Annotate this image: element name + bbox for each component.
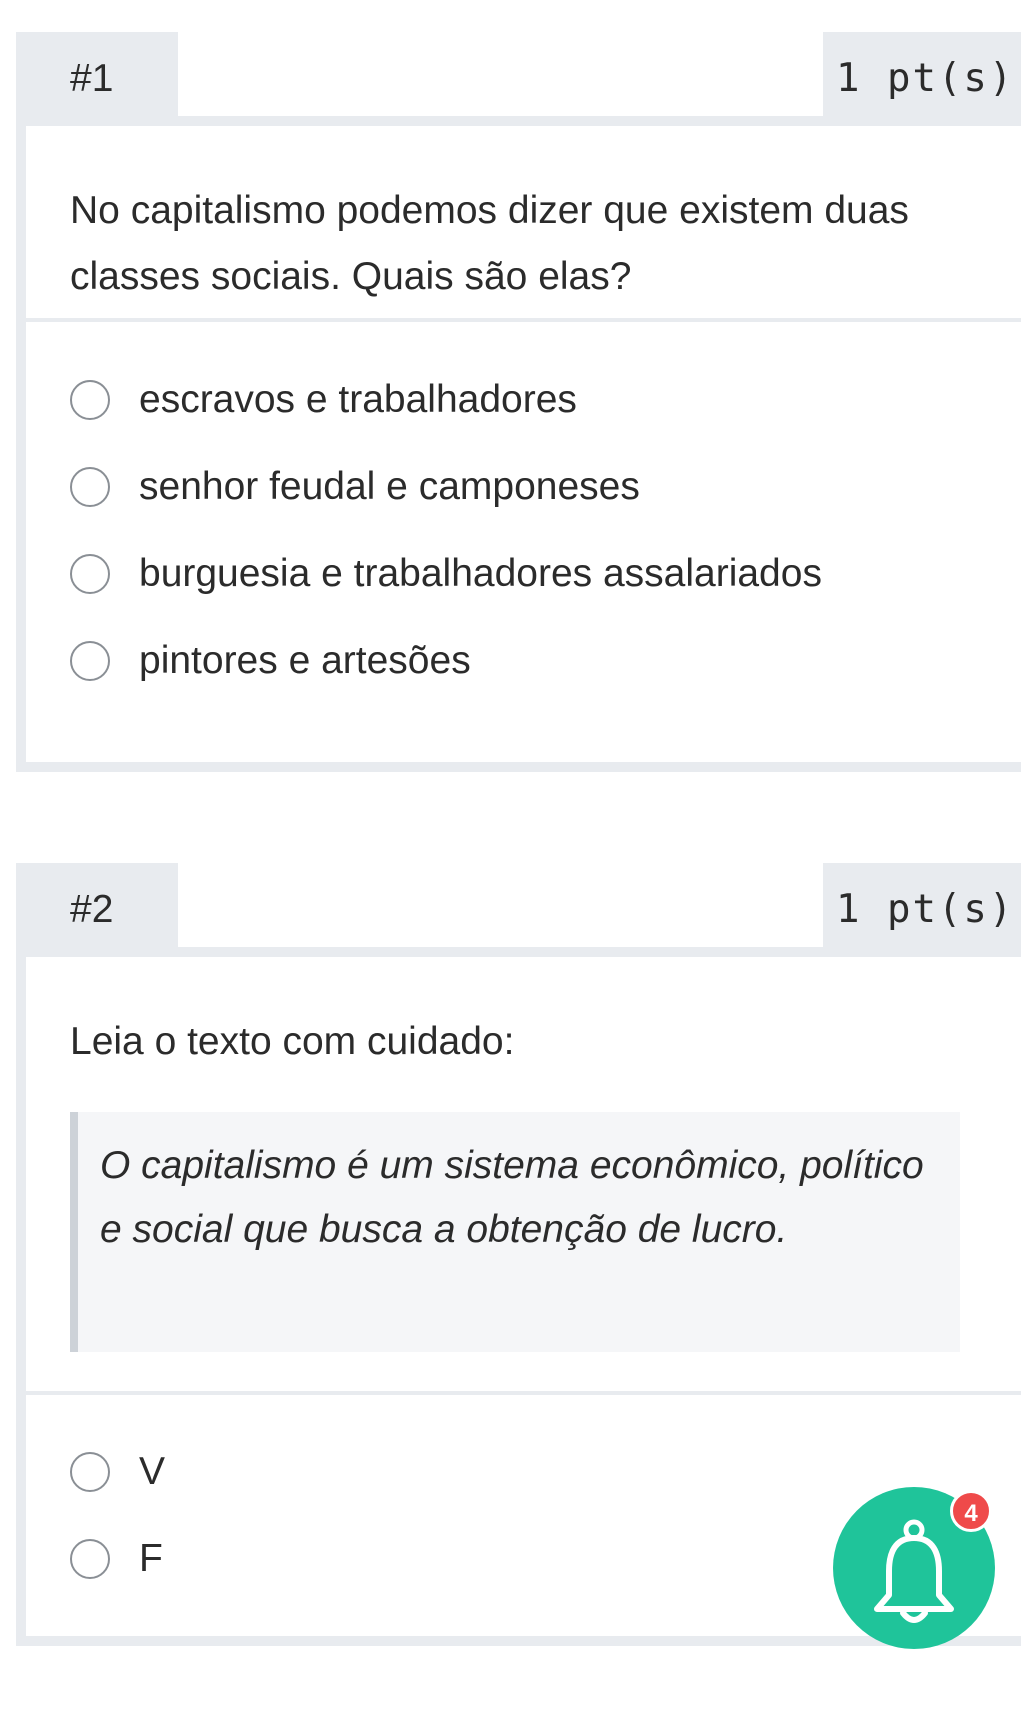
question-card-1: No capitalismo podemos dizer que existem… <box>16 32 1021 772</box>
option-pintores-e-artesoes[interactable]: pintores e artesões <box>26 621 1021 708</box>
radio-button[interactable] <box>70 1539 110 1579</box>
question-frame: No capitalismo podemos dizer que existem… <box>16 116 1021 772</box>
divider <box>26 318 1021 322</box>
radio-button[interactable] <box>70 380 110 420</box>
question-header: #2 1 pt(s) <box>16 863 1021 957</box>
option-label: senhor feudal e camponeses <box>139 465 640 508</box>
option-label: burguesia e trabalhadores assalariados <box>139 552 822 595</box>
radio-button[interactable] <box>70 1452 110 1492</box>
option-burguesia-e-trabalhadores-assalariados[interactable]: burguesia e trabalhadores assalariados <box>26 534 1021 621</box>
question-prompt: Leia o texto com cuidado: <box>70 1020 515 1063</box>
option-label: escravos e trabalhadores <box>139 378 577 421</box>
question-number: #2 <box>16 863 178 957</box>
radio-button[interactable] <box>70 554 110 594</box>
radio-button[interactable] <box>70 467 110 507</box>
question-points: 1 pt(s) <box>823 32 1021 126</box>
notification-count-badge: 4 <box>950 1490 992 1532</box>
option-label: F <box>139 1537 163 1580</box>
option-escravos-e-trabalhadores[interactable]: escravos e trabalhadores <box>26 360 1021 447</box>
divider <box>26 1391 1021 1395</box>
question-header: #1 1 pt(s) <box>16 32 1021 126</box>
options-list: escravos e trabalhadores senhor feudal e… <box>26 360 1021 708</box>
radio-button[interactable] <box>70 641 110 681</box>
question-points: 1 pt(s) <box>823 863 1021 957</box>
question-number: #1 <box>16 32 178 126</box>
question-prompt: No capitalismo podemos dizer que existem… <box>70 189 909 298</box>
quoted-text: O capitalismo é um sistema econômico, po… <box>70 1112 960 1352</box>
option-label: pintores e artesões <box>139 639 471 682</box>
option-label: V <box>139 1450 166 1493</box>
option-senhor-feudal-e-camponeses[interactable]: senhor feudal e camponeses <box>26 447 1021 534</box>
